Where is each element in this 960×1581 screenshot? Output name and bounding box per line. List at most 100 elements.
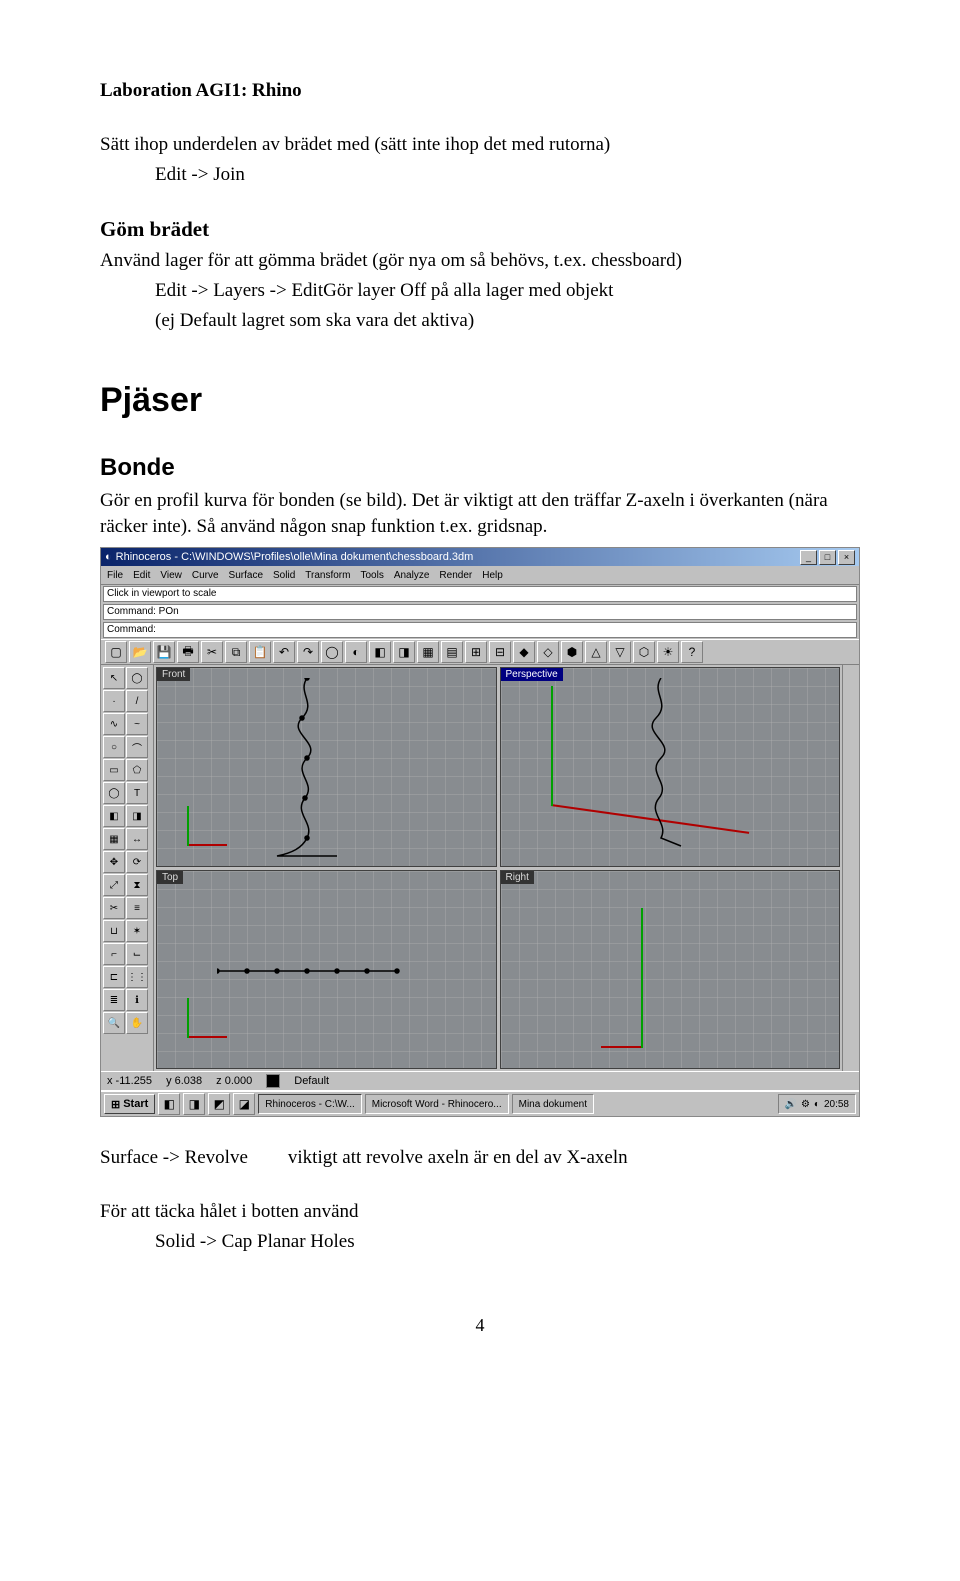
undo-icon[interactable]: ↶ bbox=[273, 641, 295, 663]
curve-icon[interactable]: ~ bbox=[126, 713, 148, 735]
menu-tools[interactable]: Tools bbox=[360, 570, 383, 581]
command-path: Surface -> Revolve bbox=[100, 1147, 248, 1169]
menu-solid[interactable]: Solid bbox=[273, 570, 295, 581]
arc-icon[interactable]: ⌒ bbox=[126, 736, 148, 758]
viewport-front[interactable]: Front bbox=[156, 667, 497, 867]
menu-analyze[interactable]: Analyze bbox=[394, 570, 430, 581]
system-tray[interactable]: 🔊 ⚙ ◐ 20:58 bbox=[778, 1094, 857, 1114]
tool-icon[interactable]: ⬡ bbox=[633, 641, 655, 663]
tool-icon[interactable]: ▦ bbox=[417, 641, 439, 663]
maximize-button[interactable]: □ bbox=[819, 550, 836, 565]
prop-icon[interactable]: ℹ bbox=[126, 989, 148, 1011]
join-icon[interactable]: ⊔ bbox=[103, 920, 125, 942]
tray-icon[interactable]: ⚙ bbox=[801, 1099, 810, 1110]
chamfer-icon[interactable]: ⌙ bbox=[126, 943, 148, 965]
scrollbar[interactable] bbox=[842, 665, 859, 1071]
tool-icon[interactable]: ▽ bbox=[609, 641, 631, 663]
explode-icon[interactable]: ✶ bbox=[126, 920, 148, 942]
help-icon[interactable]: ? bbox=[681, 641, 703, 663]
menu-edit[interactable]: Edit bbox=[133, 570, 150, 581]
tray-icon[interactable]: 🔊 bbox=[785, 1099, 797, 1110]
menu-surface[interactable]: Surface bbox=[229, 570, 263, 581]
tool-icon[interactable]: ◧ bbox=[369, 641, 391, 663]
lasso-icon[interactable]: ◯ bbox=[126, 667, 148, 689]
menu-help[interactable]: Help bbox=[482, 570, 503, 581]
redo-icon[interactable]: ↷ bbox=[297, 641, 319, 663]
copy-icon[interactable]: ⧉ bbox=[225, 641, 247, 663]
tool-icon[interactable]: ▤ bbox=[441, 641, 463, 663]
quicklaunch-icon[interactable]: ◩ bbox=[208, 1093, 230, 1115]
split-icon[interactable]: ≡ bbox=[126, 897, 148, 919]
taskbar-item-docs[interactable]: Mina dokument bbox=[512, 1094, 594, 1114]
viewport-perspective[interactable]: Perspective bbox=[500, 667, 841, 867]
rect-icon[interactable]: ▭ bbox=[103, 759, 125, 781]
pan-icon[interactable]: ✋ bbox=[126, 1012, 148, 1034]
surface-icon[interactable]: ◧ bbox=[103, 805, 125, 827]
save-icon[interactable]: 💾 bbox=[153, 641, 175, 663]
trim-icon[interactable]: ✂ bbox=[103, 897, 125, 919]
tool-icon[interactable]: ◐ bbox=[345, 641, 367, 663]
circle-icon[interactable]: ○ bbox=[103, 736, 125, 758]
minimize-button[interactable]: _ bbox=[800, 550, 817, 565]
menu-view[interactable]: View bbox=[160, 570, 182, 581]
print-icon[interactable]: 🖶 bbox=[177, 641, 199, 663]
page-number: 4 bbox=[100, 1315, 860, 1336]
viewport-right[interactable]: Right bbox=[500, 870, 841, 1070]
window-title: Rhinoceros - C:\WINDOWS\Profiles\olle\Mi… bbox=[116, 551, 474, 563]
taskbar-item-word[interactable]: Microsoft Word - Rhinocero... bbox=[365, 1094, 509, 1114]
offset-icon[interactable]: ⊏ bbox=[103, 966, 125, 988]
ellipse-icon[interactable]: ◯ bbox=[103, 782, 125, 804]
array-icon[interactable]: ⋮⋮ bbox=[126, 966, 148, 988]
layer-icon[interactable]: ≣ bbox=[103, 989, 125, 1011]
polyline-icon[interactable]: ∿ bbox=[103, 713, 125, 735]
cut-icon[interactable]: ✂ bbox=[201, 641, 223, 663]
mesh-icon[interactable]: ▦ bbox=[103, 828, 125, 850]
window-titlebar: ◐ Rhinoceros - C:\WINDOWS\Profiles\olle\… bbox=[101, 548, 859, 566]
move-icon[interactable]: ✥ bbox=[103, 851, 125, 873]
taskbar-item-rhino[interactable]: Rhinoceros - C:\W... bbox=[258, 1094, 361, 1114]
line-icon[interactable]: / bbox=[126, 690, 148, 712]
pointer-icon[interactable]: ↖ bbox=[103, 667, 125, 689]
layer-color-swatch[interactable] bbox=[266, 1074, 280, 1088]
close-button[interactable]: × bbox=[838, 550, 855, 565]
paragraph: viktigt att revolve axeln är en del av X… bbox=[288, 1147, 628, 1169]
tool-icon[interactable]: ◨ bbox=[393, 641, 415, 663]
quicklaunch-icon[interactable]: ◪ bbox=[233, 1093, 255, 1115]
tool-icon[interactable]: △ bbox=[585, 641, 607, 663]
tool-icon[interactable]: ⊞ bbox=[465, 641, 487, 663]
tool-icon[interactable]: ⊟ bbox=[489, 641, 511, 663]
open-icon[interactable]: 📂 bbox=[129, 641, 151, 663]
paragraph: För att täcka hålet i botten använd bbox=[100, 1199, 860, 1225]
polygon-icon[interactable]: ⬠ bbox=[126, 759, 148, 781]
solid-icon[interactable]: ◨ bbox=[126, 805, 148, 827]
point-icon[interactable]: · bbox=[103, 690, 125, 712]
zoom-icon[interactable]: 🔍 bbox=[103, 1012, 125, 1034]
start-button[interactable]: ⊞ Start bbox=[104, 1094, 155, 1114]
fillet-icon[interactable]: ⌐ bbox=[103, 943, 125, 965]
rotate-icon[interactable]: ⟳ bbox=[126, 851, 148, 873]
viewport-top[interactable]: Top bbox=[156, 870, 497, 1070]
menu-transform[interactable]: Transform bbox=[305, 570, 350, 581]
tool-icon[interactable]: ◇ bbox=[537, 641, 559, 663]
menu-render[interactable]: Render bbox=[439, 570, 472, 581]
paste-icon[interactable]: 📋 bbox=[249, 641, 271, 663]
new-icon[interactable]: ▢ bbox=[105, 641, 127, 663]
command-prompt[interactable]: Command: bbox=[103, 622, 857, 638]
tray-clock: 20:58 bbox=[824, 1099, 849, 1110]
status-layer: Default bbox=[294, 1075, 329, 1087]
quicklaunch-icon[interactable]: ◧ bbox=[158, 1093, 180, 1115]
menu-curve[interactable]: Curve bbox=[192, 570, 219, 581]
tool-icon[interactable]: ⬢ bbox=[561, 641, 583, 663]
mirror-icon[interactable]: ⧗ bbox=[126, 874, 148, 896]
dim-icon[interactable]: ↔ bbox=[126, 828, 148, 850]
tool-icon[interactable]: ◯ bbox=[321, 641, 343, 663]
menu-file[interactable]: File bbox=[107, 570, 123, 581]
text-icon[interactable]: T bbox=[126, 782, 148, 804]
tool-icon[interactable]: ◆ bbox=[513, 641, 535, 663]
render-icon[interactable]: ☀ bbox=[657, 641, 679, 663]
paragraph: Sätt ihop underdelen av brädet med (sätt… bbox=[100, 132, 860, 158]
quicklaunch-icon[interactable]: ◨ bbox=[183, 1093, 205, 1115]
tray-icon[interactable]: ◐ bbox=[814, 1099, 820, 1110]
scale-icon[interactable]: ⤢ bbox=[103, 874, 125, 896]
doc-header: Laboration AGI1: Rhino bbox=[100, 80, 860, 102]
